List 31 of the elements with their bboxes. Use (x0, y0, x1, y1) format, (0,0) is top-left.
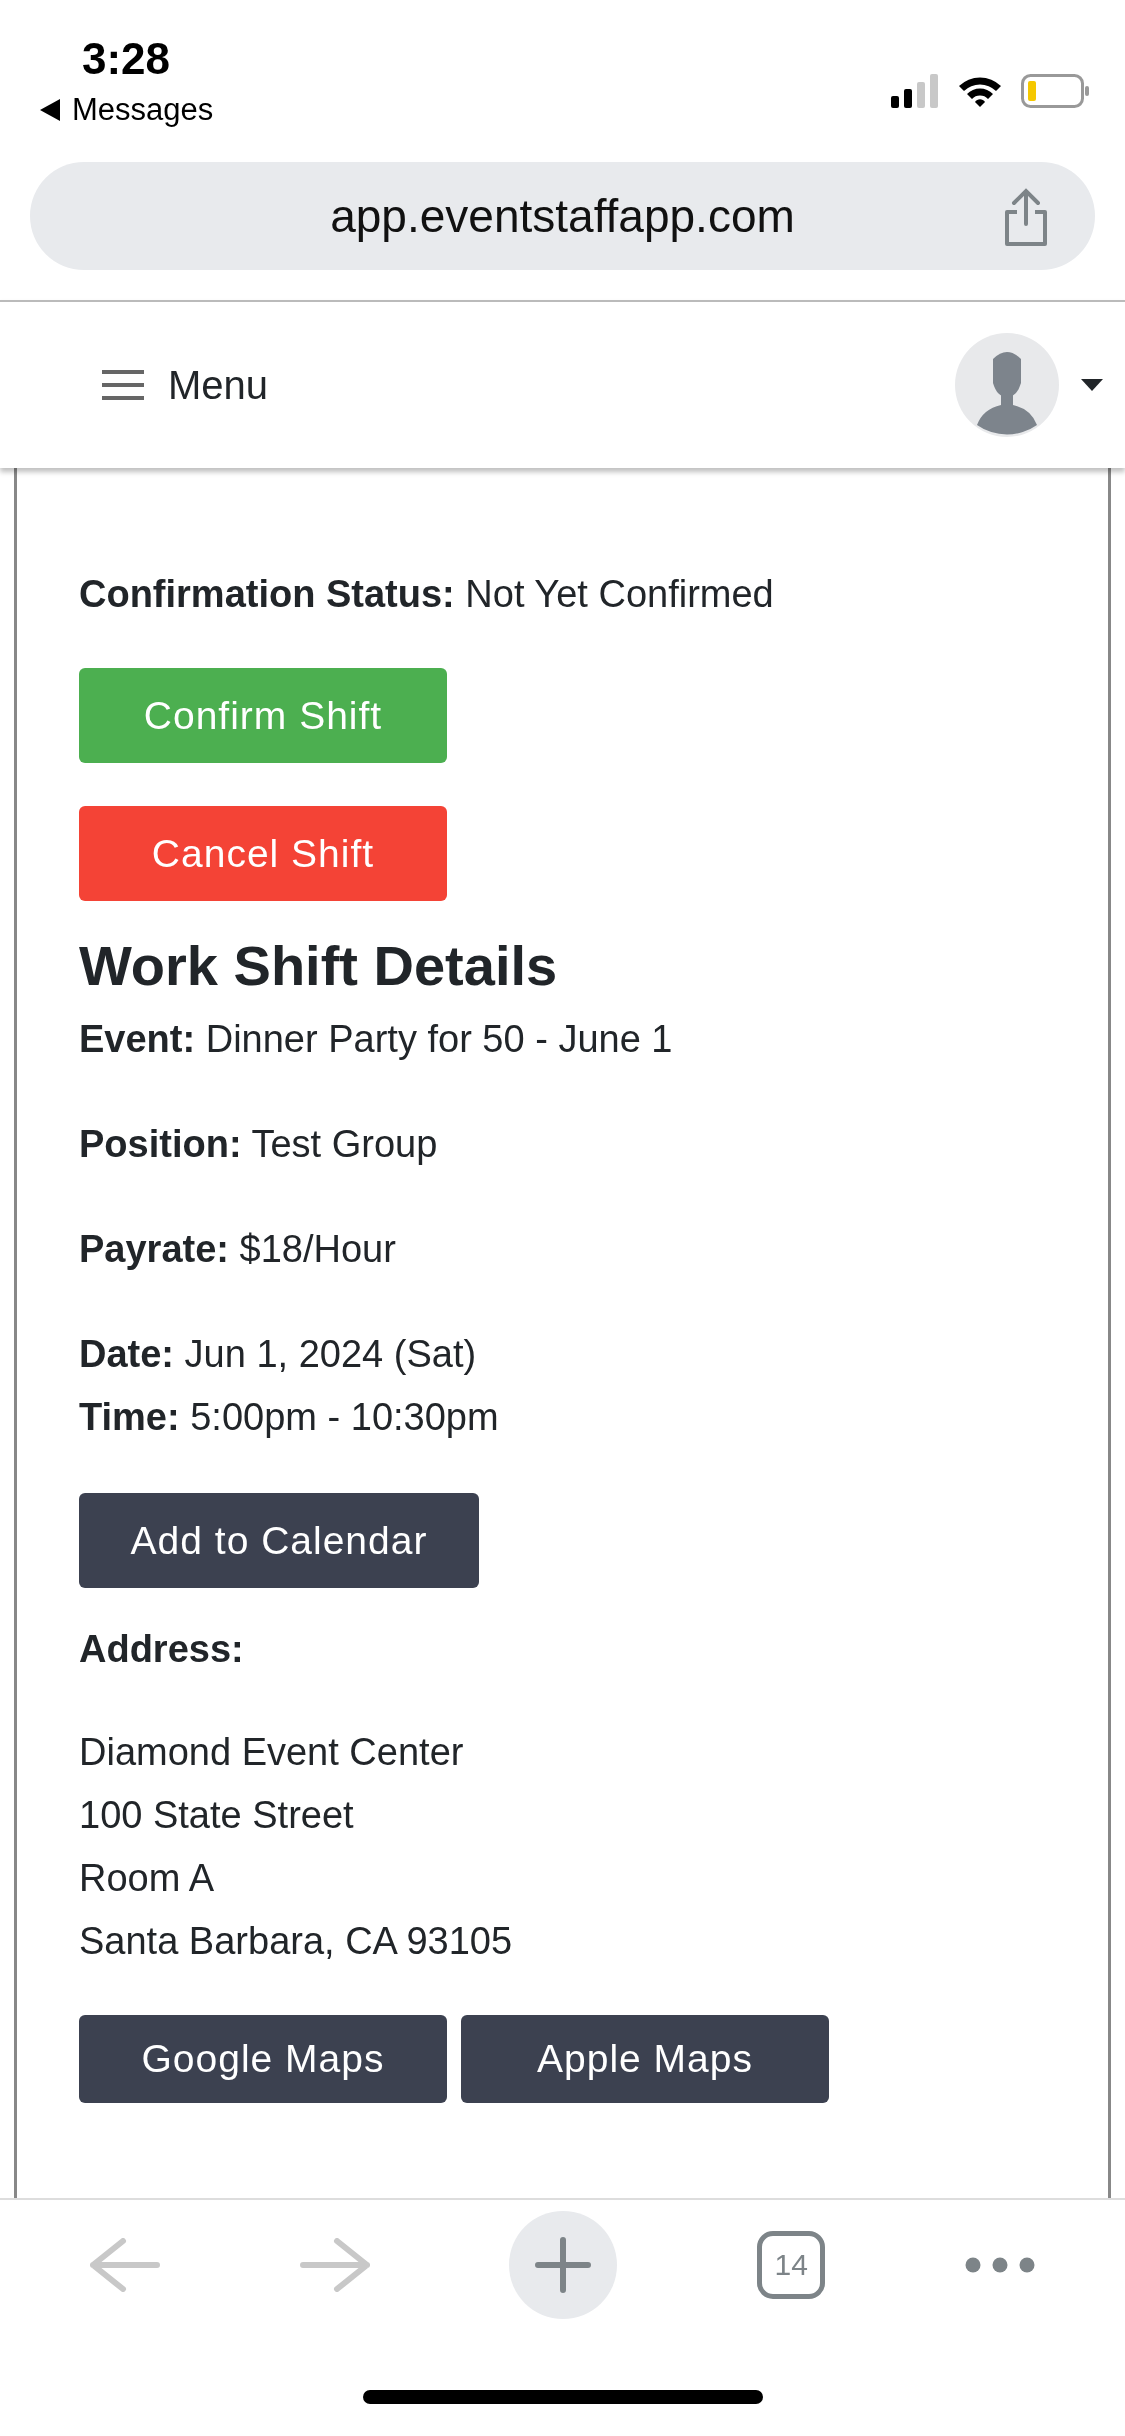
signal-icon (891, 73, 939, 108)
battery-icon (1021, 73, 1089, 108)
detail-line: Position: Test Group (79, 1122, 438, 1167)
address-label: Address: (79, 1627, 244, 1672)
plus-icon (535, 2237, 592, 2293)
detail-line: Date: Jun 1, 2024 (Sat) (79, 1332, 478, 1377)
map-button[interactable]: Apple Maps (461, 2015, 829, 2103)
add-to-calendar-button[interactable]: Add to Calendar (79, 1493, 479, 1588)
avatar-icon (955, 333, 1059, 437)
user-menu-button[interactable] (955, 333, 1103, 437)
more-icon[interactable] (965, 2257, 1036, 2273)
detail-line: Time: 5:00pm - 10:30pm (79, 1395, 499, 1440)
map-button[interactable]: Google Maps (79, 2015, 447, 2103)
cancel-shift-button[interactable]: Cancel Shift (79, 806, 447, 901)
status-time: 3:28 (81, 34, 172, 84)
detail-line: Payrate: $18/Hour (79, 1227, 396, 1272)
tabs-button[interactable]: 14 (757, 2231, 826, 2299)
address-line: Diamond Event Center (79, 1730, 465, 1775)
url-text: app.eventstaffapp.com (330, 189, 795, 243)
address-line: Santa Barbara, CA 93105 (79, 1919, 513, 1964)
back-triangle-icon (40, 99, 60, 121)
back-link[interactable]: Messages (40, 92, 214, 128)
address-line: Room A (79, 1856, 216, 1901)
address-line: 100 State Street (79, 1793, 355, 1838)
caret-icon (1081, 379, 1103, 391)
menu-button[interactable]: Menu (102, 362, 269, 408)
detail-line: Event: Dinner Party for 50 - June 1 (79, 1017, 673, 1062)
menu-icon (102, 370, 144, 400)
address-bar[interactable]: app.eventstaffapp.com (30, 162, 1095, 270)
section-heading: Work Shift Details (79, 933, 558, 998)
confirmation-status: Confirmation Status: Not Yet Confirmed (79, 572, 774, 617)
